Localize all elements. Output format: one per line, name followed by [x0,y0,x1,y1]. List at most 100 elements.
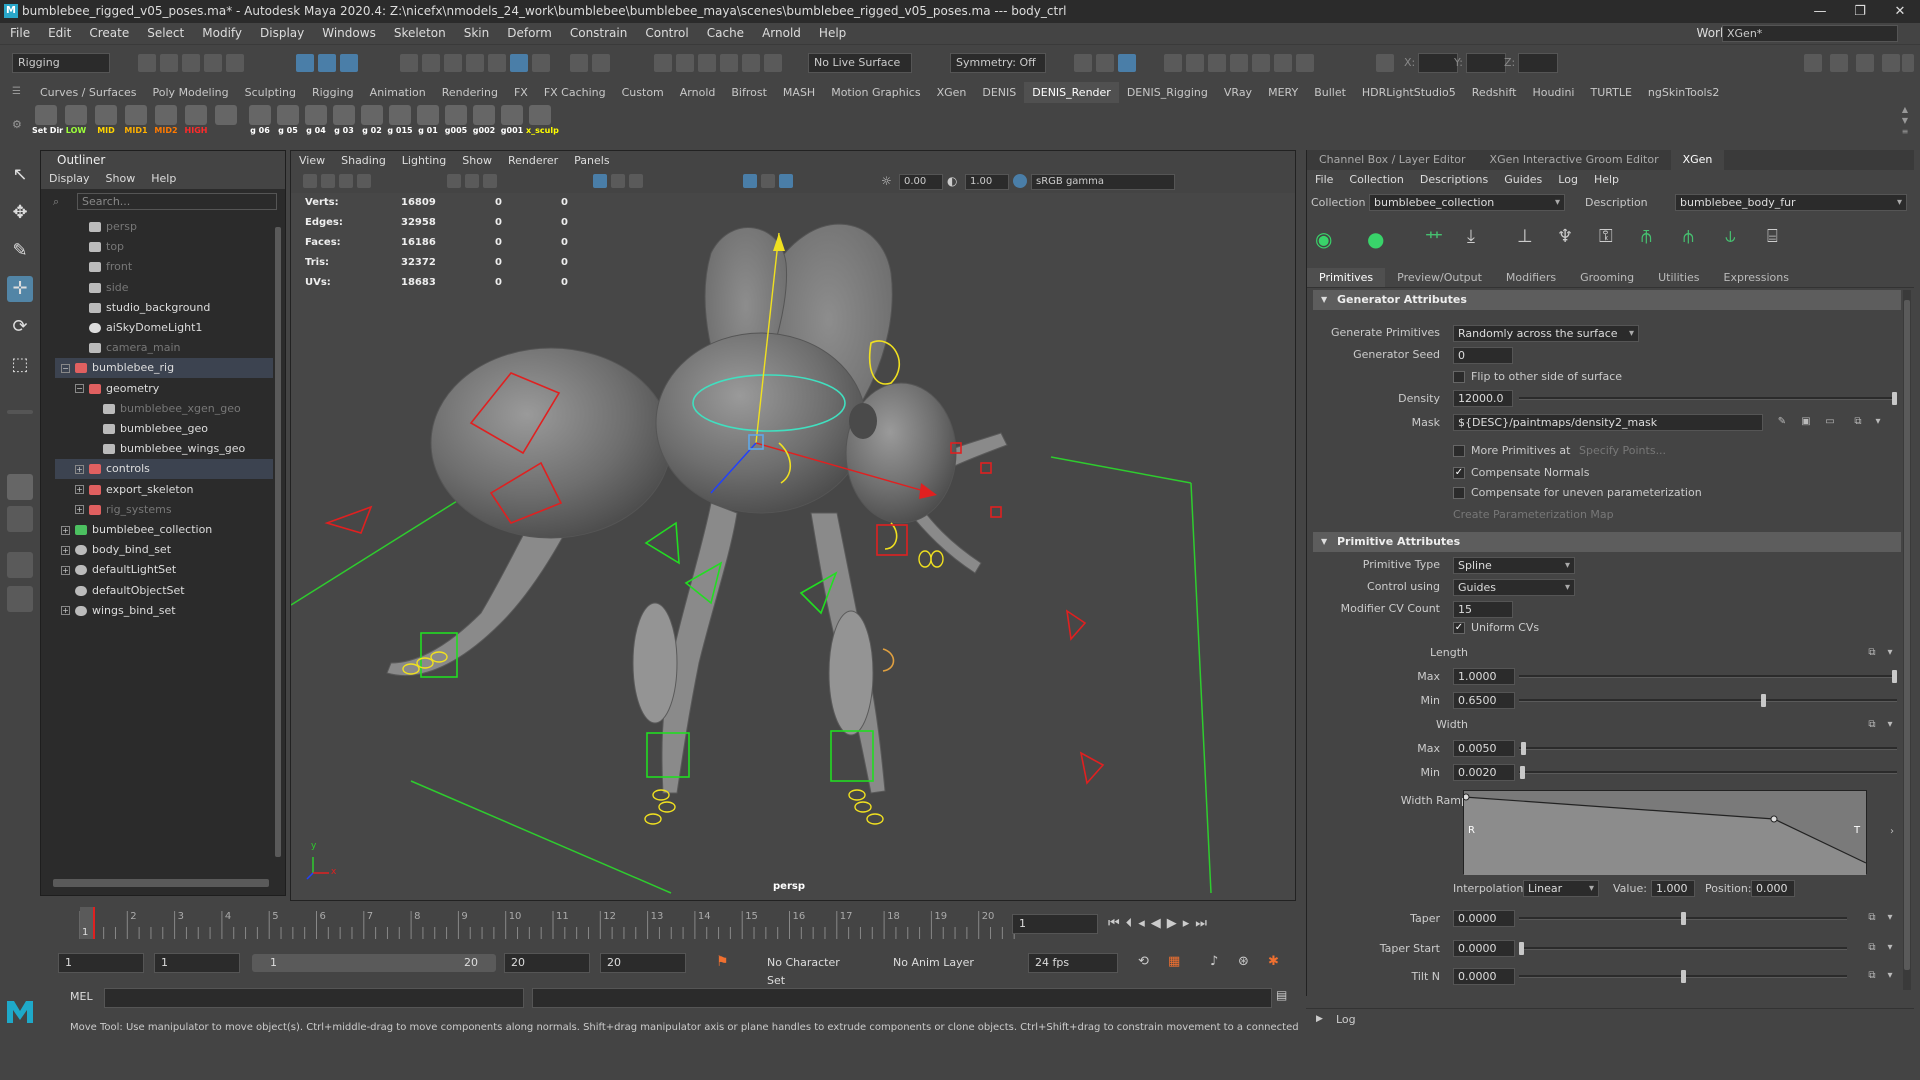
shelf-tab-turtle[interactable]: TURTLE [1582,82,1639,103]
xgen-menu-collection[interactable]: Collection [1341,170,1411,190]
outliner-item[interactable]: side [55,278,275,298]
step-back-key-icon[interactable]: ⏴ [1126,916,1139,931]
xgen-menu-descriptions[interactable]: Descriptions [1412,170,1496,190]
menu-skin[interactable]: Skin [454,23,498,44]
outliner-item[interactable]: camera_main [55,338,275,358]
generator-attributes-header[interactable]: Generator Attributes [1313,290,1901,310]
description-dropdown[interactable]: bumblebee_body_fur [1675,194,1907,211]
shelf-tab-xgen[interactable]: XGen [929,82,975,103]
shelf-button-low[interactable]: LOW [62,105,90,139]
taper-options-chevron-icon[interactable]: ▾ [1883,912,1897,924]
menu-arnold[interactable]: Arnold [752,23,809,44]
render-view-icon[interactable] [742,54,760,72]
xgen-menu-help[interactable]: Help [1586,170,1627,190]
rotate-tool-icon[interactable]: ⟳ [7,314,33,340]
outliner-search-input[interactable]: Search... [77,193,277,210]
workspace-dropdown[interactable]: XGen* [1722,25,1898,42]
shelf-tab-redshift[interactable]: Redshift [1464,82,1525,103]
outliner-item[interactable]: top [55,237,275,257]
anim-layer-dropdown[interactable]: No Anim Layer [886,953,982,973]
xray-icon[interactable] [761,174,775,188]
outliner-item[interactable]: − bumblebee_rig [55,358,275,379]
length-min-field[interactable]: 0.6500 [1453,692,1515,709]
subtab-primitives[interactable]: Primitives [1307,268,1386,287]
tilt-n-field[interactable]: 0.0000 [1453,968,1515,985]
compensate-normals-checkbox[interactable]: ✓ [1453,467,1465,479]
collection-dropdown[interactable]: bumblebee_collection [1369,194,1565,211]
viewport-menu-lighting[interactable]: Lighting [394,151,454,171]
tilt-n-options-chevron-icon[interactable]: ▾ [1883,970,1897,982]
history-icon[interactable] [570,54,588,72]
camera-attributes-icon[interactable] [321,174,335,188]
menu-constrain[interactable]: Constrain [560,23,636,44]
log-expand-icon[interactable]: ▶ [1316,1014,1323,1024]
xgen-update-icon[interactable]: ● [1367,224,1401,254]
shelf-tab-animation[interactable]: Animation [362,82,434,103]
menuset-dropdown[interactable]: Rigging [12,53,110,73]
menu-skeleton[interactable]: Skeleton [384,23,454,44]
four-view-layout-icon[interactable] [7,506,33,532]
taper-start-field[interactable]: 0.0000 [1453,940,1515,957]
menu-control[interactable]: Control [635,23,696,44]
command-language-label[interactable]: MEL [70,990,93,1003]
outliner-item[interactable]: + bumblebee_collection [55,520,275,540]
go-to-end-icon[interactable]: ⏭ [1195,916,1213,931]
width-options-chevron-icon[interactable]: ▾ [1883,719,1897,731]
tilt-n-slider-handle[interactable] [1680,970,1686,983]
film-gate-icon[interactable] [465,174,479,188]
shelf-button-g-015[interactable]: g 015 [386,105,414,139]
uniform-cvs-checkbox[interactable]: ✓ [1453,622,1465,634]
taper-field[interactable]: 0.0000 [1453,910,1515,927]
z-coord-field[interactable] [1518,53,1558,73]
hypershade-icon[interactable] [720,54,738,72]
playback-speed-icon[interactable]: ⊛ [1238,954,1256,972]
save-scene-icon[interactable] [182,54,200,72]
open-scene-icon[interactable] [160,54,178,72]
menu-deform[interactable]: Deform [497,23,560,44]
shelf-menu-icon[interactable]: ☰ [12,86,28,100]
close-button[interactable]: ✕ [1880,0,1920,23]
taper-start-options-chevron-icon[interactable]: ▾ [1883,942,1897,954]
shelf-tab-mash[interactable]: MASH [775,82,823,103]
shelf-scroll-arrows-icon[interactable]: ▲ ▼ ≡ [1898,104,1912,140]
bookmarks-icon[interactable] [339,174,353,188]
shelf-button-g001[interactable]: g001 [498,105,526,139]
lasso-tool-icon[interactable]: ✥ [7,200,33,226]
symmetry-dropdown[interactable]: Symmetry: Off [950,53,1046,73]
length-expression-icon[interactable]: ⧉ [1865,647,1879,659]
primitive-attributes-header[interactable]: Primitive Attributes [1313,532,1901,552]
taper-expression-icon[interactable]: ⧉ [1865,912,1879,924]
outliner-item[interactable]: + wings_bind_set [55,601,275,621]
compensate-uneven-checkbox[interactable] [1453,487,1465,499]
command-input[interactable] [104,988,524,1008]
expand-toggle-icon[interactable]: + [61,545,70,555]
length-min-slider-handle[interactable] [1761,694,1767,707]
subtab-modifiers[interactable]: Modifiers [1494,268,1568,287]
ramp-value-field[interactable]: 1.000 [1651,880,1695,897]
select-component-icon[interactable] [340,54,358,72]
menu-create[interactable]: Create [79,23,137,44]
shelf-tab-houdini[interactable]: Houdini [1524,82,1582,103]
animation-prefs-icon[interactable]: ✱ [1268,954,1286,972]
resolution-gate-icon[interactable] [1252,54,1270,72]
shelf-tab-rendering[interactable]: Rendering [434,82,506,103]
mask-paint-icon[interactable]: ✎ [1775,416,1789,428]
outliner-item[interactable]: bumblebee_geo [55,419,275,439]
subtab-preview-output[interactable]: Preview/Output [1385,268,1494,287]
xgen-lock-guide-icon[interactable]: ⚿ [1599,226,1625,252]
outliner-layout-icon[interactable] [7,586,33,612]
ramp-position-field[interactable]: 0.000 [1751,880,1795,897]
width-min-slider-handle[interactable] [1519,766,1525,779]
start-time-field[interactable]: 1 [58,953,144,973]
outliner-item[interactable]: + rig_systems [55,500,275,520]
shelf-button-g-02[interactable]: g 02 [358,105,386,139]
generate-primitives-dropdown[interactable]: Randomly across the surface [1453,325,1639,342]
shelf-button-g-06[interactable]: g 06 [246,105,274,139]
mask-options-chevron-icon[interactable]: ▾ [1871,416,1885,428]
taper-start-slider-handle[interactable] [1519,942,1524,955]
taper-slider-handle[interactable] [1680,912,1686,925]
render-setup-icon[interactable] [764,54,782,72]
outliner-item[interactable]: + export_skeleton [55,480,275,500]
time-slider[interactable]: 12345678910111213141516171819201 1 ⏮⏴◂◀▶… [40,905,1296,943]
arnold-render-icon[interactable] [1274,54,1292,72]
